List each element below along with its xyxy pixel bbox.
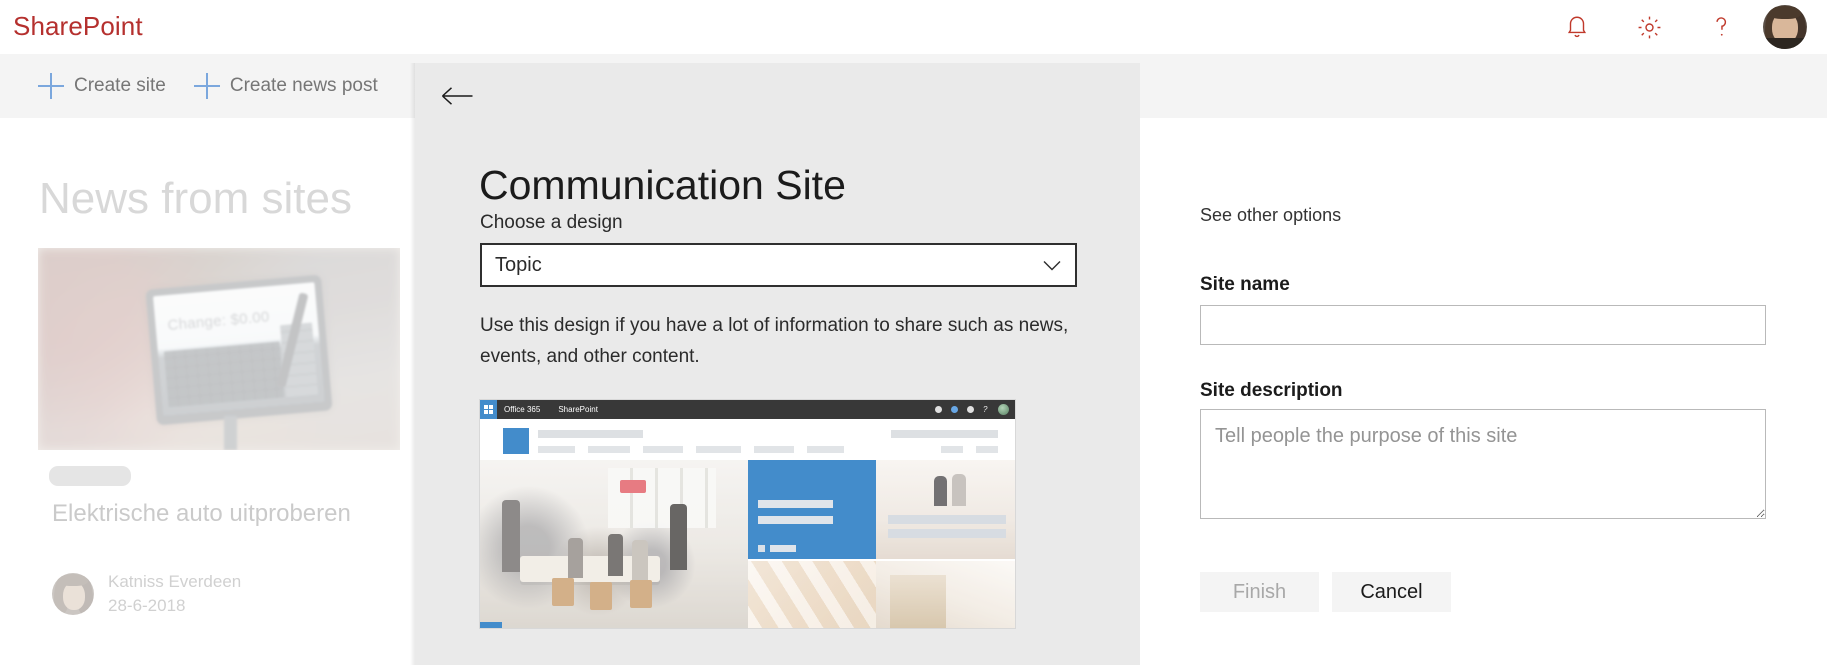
site-name-input[interactable] <box>1200 305 1766 345</box>
site-description-label: Site description <box>1200 380 1343 401</box>
site-description-input[interactable] <box>1200 409 1766 519</box>
cancel-button[interactable]: Cancel <box>1332 572 1451 612</box>
form-button-row: Finish Cancel <box>1200 572 1451 612</box>
create-site-form: See other options Site name Site descrip… <box>0 0 1827 665</box>
finish-button[interactable]: Finish <box>1200 572 1319 612</box>
site-name-label: Site name <box>1200 274 1290 295</box>
see-other-options-link[interactable]: See other options <box>1200 203 1341 227</box>
app-root: News from sites Change: $0.00 Elektrisch… <box>0 0 1827 665</box>
